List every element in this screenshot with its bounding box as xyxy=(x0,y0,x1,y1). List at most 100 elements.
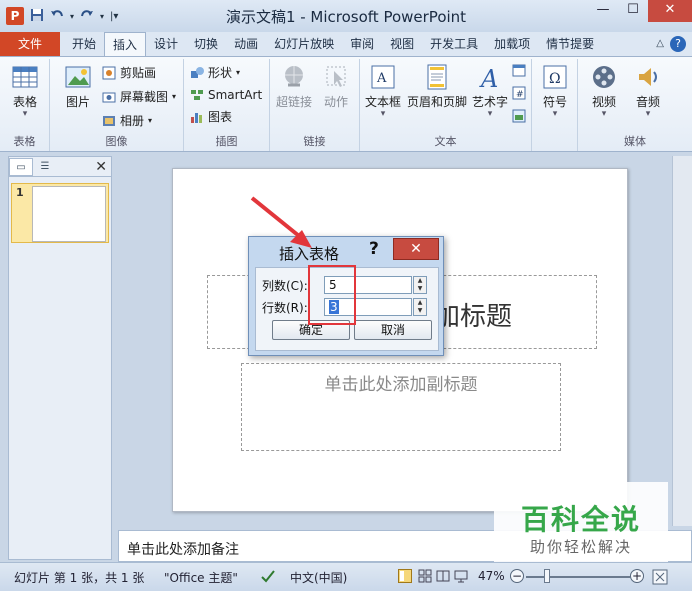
group-symbols: Ω 符号 ▾ xyxy=(532,59,578,151)
table-button[interactable]: 表格 ▾ xyxy=(3,63,47,119)
tab-addins[interactable]: 加载项 xyxy=(486,32,538,56)
slide-number-icon[interactable]: # xyxy=(512,86,526,103)
fit-to-window-icon[interactable] xyxy=(652,569,668,588)
group-links: 超链接 动作 链接 xyxy=(270,59,360,151)
film-reel-icon xyxy=(590,63,618,91)
chart-button[interactable]: 图表 xyxy=(190,107,232,127)
slide-sorter-icon[interactable] xyxy=(418,569,432,586)
dropdown-arrow-icon: ▾ xyxy=(148,116,153,125)
photo-album-icon xyxy=(102,114,116,128)
symbol-button[interactable]: Ω 符号 ▾ xyxy=(533,63,577,119)
zoom-out-icon[interactable]: − xyxy=(510,569,524,583)
group-images: 图片 剪贴画 屏幕截图 ▾ 相册 ▾ 图像 xyxy=(50,59,184,151)
picture-button[interactable]: 图片 xyxy=(56,63,100,109)
dialog-close-button[interactable]: ✕ xyxy=(393,238,439,260)
watermark-sub: 助你轻松解决 xyxy=(529,538,632,556)
subtitle-placeholder[interactable]: 单击此处添加副标题 xyxy=(241,363,561,451)
theme-name[interactable]: "Office 主题" xyxy=(164,569,238,586)
object-icon[interactable] xyxy=(512,109,526,126)
tab-design[interactable]: 设计 xyxy=(146,32,186,56)
title-placeholder-text: 加标题 xyxy=(433,302,512,332)
zoom-slider-thumb[interactable] xyxy=(544,569,550,583)
tab-developer[interactable]: 开发工具 xyxy=(422,32,486,56)
zoom-level[interactable]: 47% xyxy=(478,569,505,583)
status-bar: 幻灯片 第 1 张，共 1 张 "Office 主题" 中文(中国) 47% −… xyxy=(0,562,692,591)
dropdown-arrow-icon: ▾ xyxy=(236,68,241,77)
rows-spinner[interactable]: ▲ ▼ xyxy=(413,298,427,316)
clipart-icon xyxy=(102,66,116,80)
slideshow-view-icon[interactable] xyxy=(454,569,468,586)
vertical-scrollbar[interactable] xyxy=(672,156,692,526)
chart-icon xyxy=(190,110,204,124)
speaker-icon xyxy=(634,63,662,91)
slides-pane: ▭ ☰ ✕ 1 xyxy=(8,156,112,560)
group-label-links: 链接 xyxy=(303,135,326,148)
tab-file[interactable]: 文件 xyxy=(0,32,60,56)
notes-placeholder: 单击此处添加备注 xyxy=(127,542,239,558)
title-bar: P ▾ ▾ |▾ 演示文稿1 - Microsoft PowerPoint — … xyxy=(0,0,692,32)
audio-button[interactable]: 音频 ▾ xyxy=(626,63,670,119)
group-label-images: 图像 xyxy=(105,135,128,148)
hyperlink-button[interactable]: 超链接 xyxy=(272,63,316,109)
tab-animations[interactable]: 动画 xyxy=(226,32,266,56)
smartart-button[interactable]: SmartArt xyxy=(190,85,262,105)
group-text: A 文本框 ▾ 页眉和页脚 A 艺术字 ▾ # 文本 xyxy=(360,59,532,151)
tab-storyboard[interactable]: 情节提要 xyxy=(538,32,602,56)
spin-up-icon[interactable]: ▲ xyxy=(414,299,426,307)
spellcheck-icon[interactable] xyxy=(260,569,276,586)
svg-text:A: A xyxy=(479,65,498,91)
collapse-ribbon-icon[interactable]: △ xyxy=(656,32,664,56)
action-button[interactable]: 动作 xyxy=(314,63,358,109)
group-label-media: 媒体 xyxy=(624,135,646,148)
cancel-button[interactable]: 取消 xyxy=(354,320,432,340)
group-label-text: 文本 xyxy=(434,135,457,148)
spin-up-icon[interactable]: ▲ xyxy=(414,277,426,285)
tab-review[interactable]: 审阅 xyxy=(342,32,382,56)
wordart-button[interactable]: A 艺术字 ▾ xyxy=(470,63,510,119)
language[interactable]: 中文(中国) xyxy=(290,569,347,586)
omega-icon: Ω xyxy=(541,63,569,91)
date-time-icon[interactable] xyxy=(512,63,526,80)
clipart-button[interactable]: 剪贴画 xyxy=(102,63,156,83)
textbox-icon: A xyxy=(369,63,397,91)
columns-spinner[interactable]: ▲ ▼ xyxy=(413,276,427,294)
maximize-button[interactable]: ☐ xyxy=(618,0,648,22)
annotation-arrow-icon xyxy=(250,196,312,248)
help-icon[interactable]: ? xyxy=(670,36,686,52)
close-button[interactable]: ✕ xyxy=(648,0,692,22)
rows-label: 行数(R): xyxy=(262,301,308,315)
screenshot-button[interactable]: 屏幕截图 ▾ xyxy=(102,87,176,107)
dropdown-arrow-icon: ▾ xyxy=(645,109,651,119)
photo-album-button[interactable]: 相册 ▾ xyxy=(102,111,152,131)
textbox-button[interactable]: A 文本框 ▾ xyxy=(362,63,404,119)
tab-home[interactable]: 开始 xyxy=(64,32,104,56)
shapes-button[interactable]: 形状 ▾ xyxy=(190,63,240,83)
dialog-help-button[interactable]: ? xyxy=(369,239,379,259)
zoom-in-icon[interactable]: + xyxy=(630,569,644,583)
wordart-icon: A xyxy=(476,63,504,93)
group-media: 视频 ▾ 音频 ▾ 媒体 xyxy=(578,59,692,151)
group-label-illustrations: 插图 xyxy=(215,135,238,148)
slides-tab-icon[interactable]: ▭ xyxy=(9,157,33,176)
watermark-main: 百科全说 xyxy=(520,503,641,536)
hyperlink-icon xyxy=(280,63,308,91)
tab-transitions[interactable]: 切换 xyxy=(186,32,226,56)
close-pane-icon[interactable]: ✕ xyxy=(95,159,107,175)
video-button[interactable]: 视频 ▾ xyxy=(582,63,626,119)
spin-down-icon[interactable]: ▼ xyxy=(414,285,426,293)
spin-down-icon[interactable]: ▼ xyxy=(414,307,426,315)
tab-slideshow[interactable]: 幻灯片放映 xyxy=(266,32,342,56)
slide-thumbnail-selected[interactable]: 1 xyxy=(11,183,109,243)
outline-tab-icon[interactable]: ☰ xyxy=(33,158,57,176)
tab-insert[interactable]: 插入 xyxy=(104,32,147,56)
group-label-tables: 表格 xyxy=(13,135,36,148)
slide-thumbnail[interactable] xyxy=(32,186,106,242)
tab-view[interactable]: 视图 xyxy=(382,32,422,56)
normal-view-icon[interactable] xyxy=(398,569,412,586)
dropdown-arrow-icon: ▾ xyxy=(172,92,177,101)
reading-view-icon[interactable] xyxy=(436,569,450,586)
zoom-slider[interactable] xyxy=(526,576,630,578)
minimize-button[interactable]: — xyxy=(588,0,618,22)
header-footer-button[interactable]: 页眉和页脚 xyxy=(404,63,470,109)
annotation-highlight-box xyxy=(308,265,356,325)
